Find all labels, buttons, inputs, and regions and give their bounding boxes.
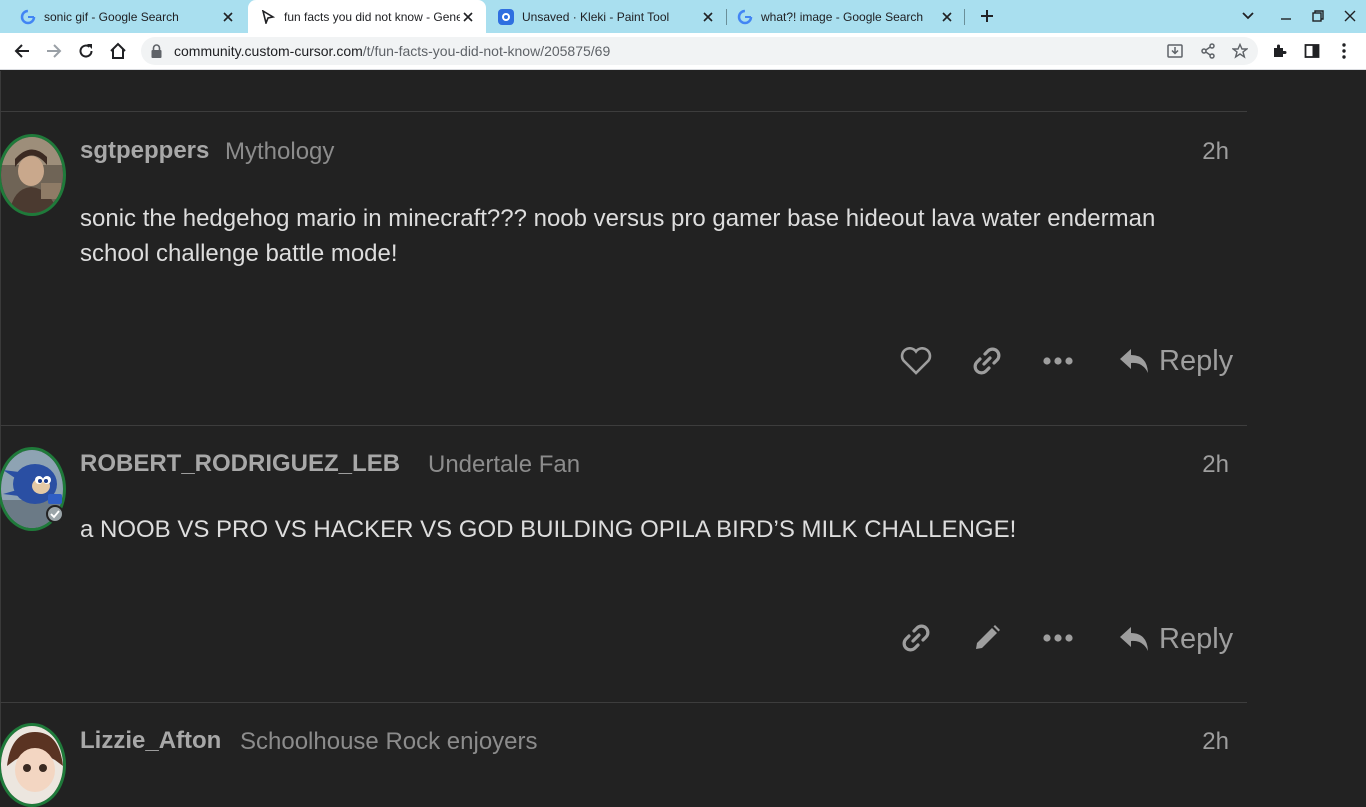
address-bar[interactable]: community.custom-cursor.com/t/fun-facts-… (141, 37, 1258, 65)
menu-button[interactable] (1334, 41, 1354, 61)
home-button[interactable] (106, 39, 130, 63)
pencil-icon (976, 625, 1000, 649)
like-button[interactable] (896, 341, 936, 381)
extensions-button[interactable] (1270, 41, 1290, 61)
kleki-icon (498, 8, 514, 25)
close-icon[interactable] (220, 9, 236, 25)
google-icon (737, 9, 753, 25)
avatar[interactable] (0, 723, 66, 807)
avatar[interactable] (0, 134, 66, 216)
heart-icon (900, 347, 932, 375)
minimize-icon (1281, 18, 1291, 20)
reply-arrow-icon (1120, 349, 1148, 373)
chevron-down-icon (1242, 12, 1254, 20)
tab-kleki[interactable]: Unsaved · Kleki - Paint Tool (488, 0, 726, 33)
post-content: sonic the hedgehog mario in minecraft???… (80, 205, 1156, 267)
user-title: Undertale Fan (428, 451, 581, 478)
new-tab-button[interactable] (976, 5, 998, 27)
tab-what-image[interactable]: what?! image - Google Search (727, 0, 965, 33)
side-panel-icon (1304, 44, 1320, 58)
link-icon (902, 624, 930, 652)
medal-badge-icon (48, 494, 62, 504)
url-text[interactable]: community.custom-cursor.com/t/fun-facts-… (174, 43, 610, 59)
forward-button[interactable] (42, 39, 66, 63)
google-icon (20, 9, 36, 25)
install-icon[interactable] (1166, 42, 1184, 60)
edit-button[interactable] (967, 618, 1007, 658)
back-button[interactable] (10, 39, 34, 63)
user-title: Schoolhouse Rock enjoyers (240, 728, 538, 755)
reply-arrow-icon (1120, 627, 1148, 651)
lock-icon[interactable] (151, 44, 162, 63)
url-path: /t/fun-facts-you-did-not-know/205875/69 (362, 43, 611, 59)
kebab-menu-icon (1342, 43, 1346, 59)
post-divider (0, 111, 1247, 112)
verified-badge-icon (46, 505, 64, 523)
tab-title: Unsaved · Kleki - Paint Tool (522, 9, 670, 24)
arrow-left-icon (14, 44, 29, 58)
home-icon (110, 42, 126, 59)
arrow-right-icon (47, 44, 62, 58)
reload-button[interactable] (74, 39, 98, 63)
username[interactable]: ROBERT_RODRIGUEZ_LEB (80, 450, 400, 478)
post-divider (0, 425, 1247, 426)
username[interactable]: Lizzie_Afton (80, 727, 221, 755)
tab-search-button[interactable] (1238, 6, 1258, 26)
tab-sonic-gif[interactable]: sonic gif - Google Search (0, 0, 246, 33)
bookmark-star-icon[interactable] (1231, 42, 1249, 60)
ellipsis-icon (1043, 357, 1073, 365)
restore-icon (1312, 10, 1324, 22)
post-date[interactable]: 2h (1202, 728, 1229, 756)
reply-label: Reply (1159, 622, 1234, 655)
ellipsis-icon (1043, 634, 1073, 642)
restore-button[interactable] (1308, 6, 1328, 26)
puzzle-icon (1274, 44, 1287, 57)
more-actions-button[interactable] (1038, 341, 1078, 381)
close-icon[interactable] (460, 9, 476, 25)
reply-label: Reply (1159, 344, 1234, 377)
close-icon[interactable] (700, 9, 716, 25)
close-icon (1344, 10, 1356, 22)
post-content: a NOOB VS PRO VS HACKER VS GOD BUILDING … (80, 516, 1017, 543)
copy-link-button[interactable] (896, 618, 936, 658)
reply-button[interactable]: Reply (1119, 619, 1233, 659)
tab-title: what?! image - Google Search (761, 9, 924, 24)
browser-toolbar: community.custom-cursor.com/t/fun-facts-… (0, 33, 1366, 70)
tab-fun-facts[interactable]: fun facts you did not know - General (248, 0, 486, 34)
tab-separator (964, 9, 965, 25)
post-divider (0, 702, 1247, 703)
close-window-button[interactable] (1340, 6, 1360, 26)
tab-title: sonic gif - Google Search (44, 9, 179, 24)
post-date[interactable]: 2h (1202, 451, 1229, 479)
post-date[interactable]: 2h (1202, 138, 1229, 166)
minimize-button[interactable] (1276, 6, 1296, 26)
tab-strip: sonic gif - Google Search fun facts you … (0, 0, 1366, 34)
user-title: Mythology (225, 138, 335, 165)
copy-link-button[interactable] (967, 341, 1007, 381)
url-host: community.custom-cursor.com (174, 43, 363, 59)
link-icon (973, 347, 1001, 375)
tab-title: fun facts you did not know - General (284, 10, 460, 24)
reply-button[interactable]: Reply (1119, 341, 1233, 381)
reload-icon (79, 44, 93, 58)
topic-stream: sgtpeppers Mythology 2h sonic the hedgeh… (0, 71, 1366, 807)
cursor-icon (260, 9, 276, 25)
username[interactable]: sgtpeppers (80, 137, 209, 165)
share-icon[interactable] (1199, 42, 1217, 60)
side-panel-button[interactable] (1302, 41, 1322, 61)
more-actions-button[interactable] (1038, 618, 1078, 658)
plus-icon (981, 10, 993, 22)
close-icon[interactable] (939, 9, 955, 25)
